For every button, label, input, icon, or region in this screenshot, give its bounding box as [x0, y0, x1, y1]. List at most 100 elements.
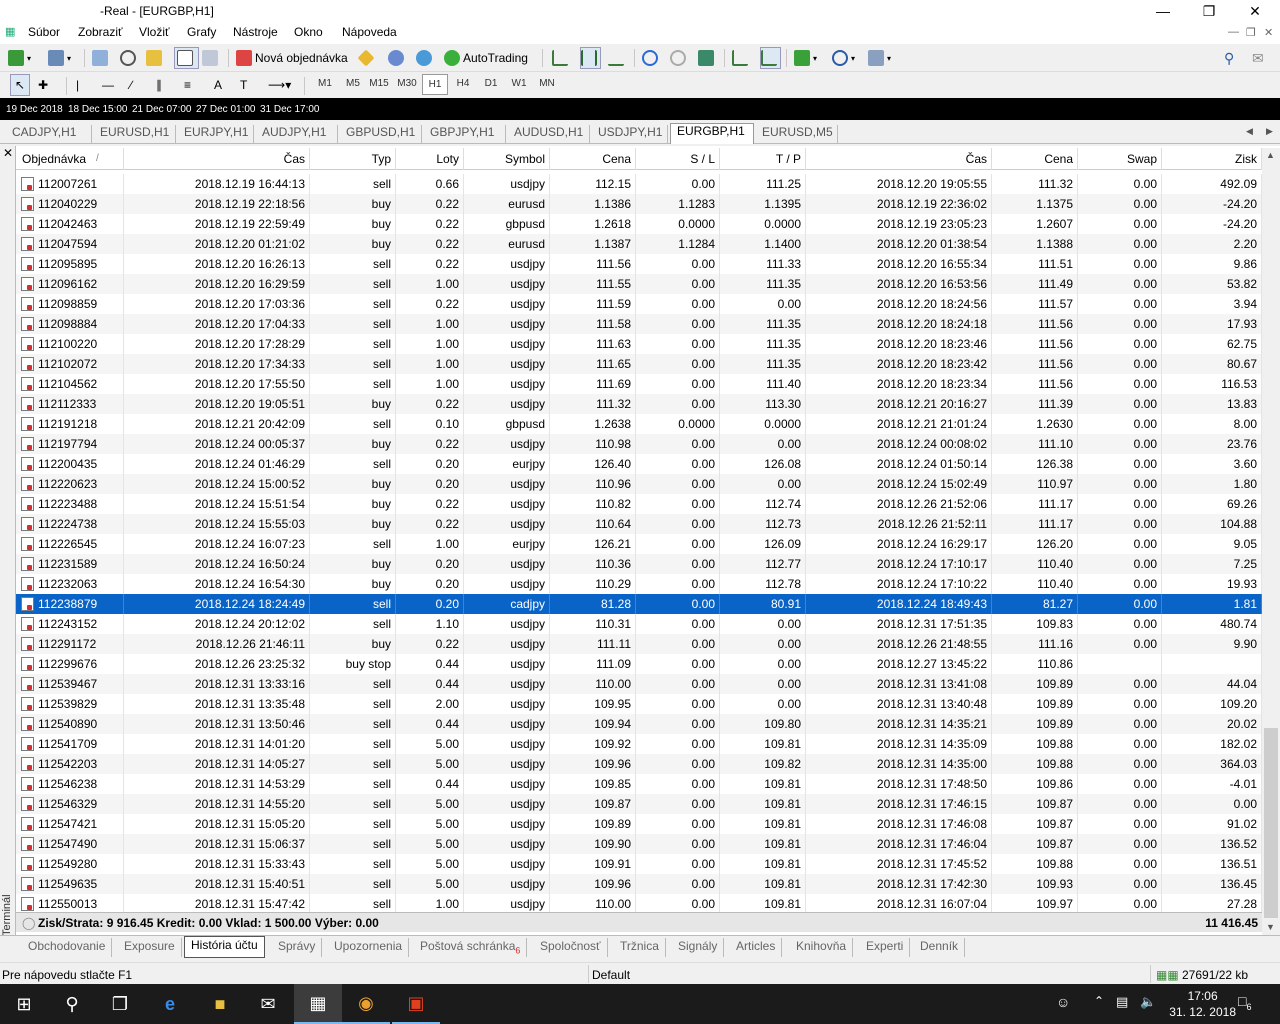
terminal-tab[interactable]: Denník [914, 938, 966, 957]
notifications-icon[interactable]: □6 [1238, 993, 1251, 1012]
column-header[interactable]: Typ [310, 148, 396, 170]
table-row[interactable]: 112224738 2018.12.24 15:55:03 buy 0.22 usdjp… [16, 514, 1262, 534]
column-header[interactable]: Čas [806, 148, 992, 170]
network-icon[interactable]: ▤ [1116, 994, 1128, 1010]
table-row[interactable]: 112104562 2018.12.20 17:55:50 sell 1.00 usdj… [16, 374, 1262, 394]
table-row[interactable]: 112547421 2018.12.31 15:05:20 sell 5.00 usdj… [16, 814, 1262, 834]
search-taskbar-icon[interactable]: ⚲ [48, 984, 96, 1024]
table-row[interactable]: 112550013 2018.12.31 15:47:42 sell 1.00 usdj… [16, 894, 1262, 914]
chat-button[interactable]: ✉ [1252, 47, 1264, 69]
start-icon[interactable]: ⊞ [0, 984, 48, 1024]
tile-windows-button[interactable] [698, 47, 717, 69]
table-row[interactable]: 112238879 2018.12.24 18:24:49 sell 0.20 cadj… [16, 594, 1262, 614]
label-tool[interactable]: T [240, 74, 247, 96]
menu-zobrazit[interactable]: Zobraziť [78, 25, 123, 39]
chart-tab[interactable]: GBPUSD,H1 [340, 125, 422, 144]
table-row[interactable]: 112223488 2018.12.24 15:51:54 buy 0.22 usdjp… [16, 494, 1262, 514]
terminal-tab[interactable]: Knihovňa [790, 938, 854, 957]
table-row[interactable]: 112549635 2018.12.31 15:40:51 sell 5.00 usdj… [16, 874, 1262, 894]
table-row[interactable]: 112547490 2018.12.31 15:06:37 sell 5.00 usdj… [16, 834, 1262, 854]
table-row[interactable]: 112042463 2018.12.19 22:59:49 buy 0.22 gbpus… [16, 214, 1262, 234]
table-row[interactable]: 112098884 2018.12.20 17:04:33 sell 1.00 usdj… [16, 314, 1262, 334]
strategy-tester-button[interactable] [202, 47, 221, 69]
chart-shift-button[interactable] [760, 47, 781, 69]
new-chart-button[interactable]: ▾ [8, 47, 31, 69]
chart-tab[interactable]: USDJPY,H1 [592, 125, 668, 144]
mail-icon[interactable]: ✉ [244, 984, 292, 1024]
table-row[interactable]: 112007261 2018.12.19 16:44:13 sell 0.66 usdj… [16, 174, 1262, 194]
table-row[interactable]: 112541709 2018.12.31 14:01:20 sell 5.00 usdj… [16, 734, 1262, 754]
line-chart-button[interactable] [608, 47, 627, 69]
terminal-tab[interactable]: História účtu [184, 936, 265, 958]
table-row[interactable]: 112299676 2018.12.26 23:25:32 buy stop 0.44… [16, 654, 1262, 674]
table-row[interactable]: 112231589 2018.12.24 16:50:24 buy 0.20 usdjp… [16, 554, 1262, 574]
text-tool[interactable]: A [214, 74, 222, 96]
explorer-icon[interactable]: ■ [196, 984, 244, 1024]
terminal-tab[interactable]: Spoločnosť [534, 938, 608, 957]
column-header[interactable]: T / P [720, 148, 806, 170]
task-view-icon[interactable]: ❐ [96, 984, 144, 1024]
autotrading-button[interactable]: AutoTrading [444, 47, 528, 69]
table-row[interactable]: 112098859 2018.12.20 17:03:36 sell 0.22 usdj… [16, 294, 1262, 314]
column-header[interactable]: Cena [992, 148, 1078, 170]
cursor-tool[interactable]: ↖ [10, 74, 30, 96]
signals-button[interactable] [416, 47, 435, 69]
chart-tab[interactable]: EURJPY,H1 [178, 125, 254, 144]
auto-scroll-button[interactable] [732, 47, 751, 69]
templates-button[interactable]: ▾ [868, 47, 891, 69]
terminal-close-icon[interactable]: ✕ [3, 146, 13, 160]
market-watch-button[interactable] [92, 47, 111, 69]
table-row[interactable]: 112291172 2018.12.26 21:46:11 buy 0.22 usdjp… [16, 634, 1262, 654]
edge-icon[interactable]: e [146, 984, 194, 1024]
zoom-in-button[interactable] [642, 47, 661, 69]
scroll-up-icon[interactable]: ▲ [1266, 150, 1275, 160]
tray-chevron-icon[interactable]: ⌃ [1094, 994, 1104, 1008]
chrome-icon[interactable]: ◉ [342, 984, 390, 1024]
community-button[interactable] [388, 47, 407, 69]
column-header[interactable]: Čas [124, 148, 310, 170]
terminal-tab[interactable]: Upozornenia [328, 938, 410, 957]
vertical-scrollbar[interactable]: ▲ ▼ [1262, 148, 1280, 936]
mdi-close-icon[interactable]: ✕ [1264, 26, 1273, 39]
profiles-button[interactable]: ▾ [48, 47, 71, 69]
timeframe-m15[interactable]: M15 [366, 78, 392, 89]
table-row[interactable]: 112102072 2018.12.20 17:34:33 sell 1.00 usdj… [16, 354, 1262, 374]
terminal-tab[interactable]: Poštová schránka6 [414, 938, 528, 957]
table-row[interactable]: 112546329 2018.12.31 14:55:20 sell 5.00 usdj… [16, 794, 1262, 814]
terminal-tab[interactable]: Experti [860, 938, 911, 957]
channel-tool[interactable]: ∥ [156, 74, 162, 96]
navigator-button[interactable] [146, 47, 165, 69]
search-button[interactable]: ⚲ [1224, 47, 1234, 69]
chart-tab[interactable]: AUDJPY,H1 [256, 125, 338, 144]
terminal-tab[interactable]: Exposure [118, 938, 182, 957]
chart-tab[interactable]: GBPJPY,H1 [424, 125, 506, 144]
menu-napoveda[interactable]: Nápoveda [342, 25, 397, 39]
candles-button[interactable] [580, 47, 601, 69]
minimize-button[interactable]: — [1140, 0, 1186, 22]
tabs-prev-icon[interactable]: ◀ [1246, 126, 1253, 137]
column-header[interactable]: S / L [636, 148, 720, 170]
table-row[interactable]: 112095895 2018.12.20 16:26:13 sell 0.22 usdj… [16, 254, 1262, 274]
table-row[interactable]: 112542203 2018.12.31 14:05:27 sell 5.00 usdj… [16, 754, 1262, 774]
terminal-tab[interactable]: Obchodovanie [22, 938, 113, 957]
timeframe-mn[interactable]: MN [534, 78, 560, 89]
timeframe-w1[interactable]: W1 [506, 78, 532, 89]
metatrader-icon[interactable]: ▦ [294, 984, 342, 1024]
column-header[interactable]: Swap [1078, 148, 1162, 170]
chart-tab[interactable]: EURGBP,H1 [670, 123, 754, 144]
table-row[interactable]: 112112333 2018.12.20 19:05:51 buy 0.22 usdjp… [16, 394, 1262, 414]
table-row[interactable]: 112243152 2018.12.24 20:12:02 sell 1.10 usdj… [16, 614, 1262, 634]
horizontal-line-tool[interactable]: — [102, 74, 114, 96]
chart-time-axis[interactable]: 19 Dec 2018 18 Dec 15:00 21 Dec 07:00 27… [0, 98, 1280, 120]
people-icon[interactable]: ☺ [1056, 994, 1070, 1010]
menu-okno[interactable]: Okno [294, 25, 323, 39]
chart-tab[interactable]: AUDUSD,H1 [508, 125, 590, 144]
crosshair-tool[interactable]: ✚ [38, 74, 48, 96]
data-window-button[interactable] [120, 47, 139, 69]
table-row[interactable]: 112540890 2018.12.31 13:50:46 sell 0.44 usdj… [16, 714, 1262, 734]
terminal-tab[interactable]: Tržnica [614, 938, 666, 957]
timeframe-h4[interactable]: H4 [450, 78, 476, 89]
chart-tab[interactable]: EURUSD,H1 [94, 125, 176, 144]
timeframe-m30[interactable]: M30 [394, 78, 420, 89]
volume-icon[interactable]: 🔈 [1140, 994, 1156, 1010]
